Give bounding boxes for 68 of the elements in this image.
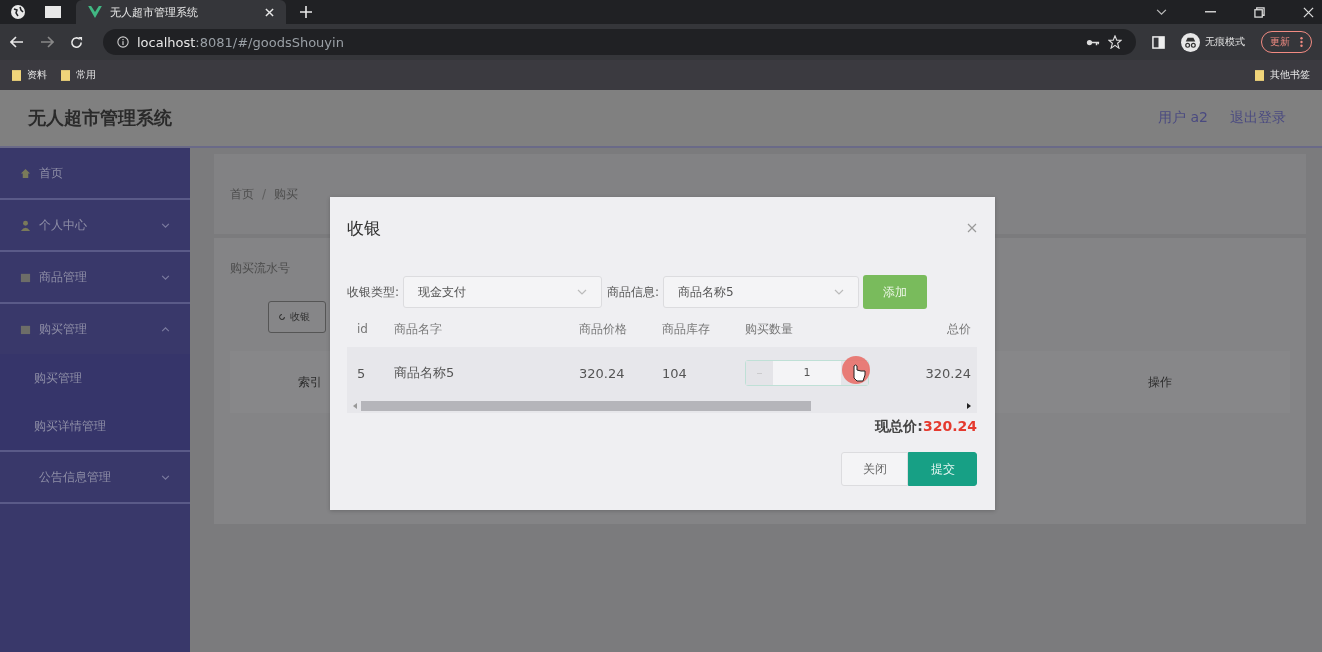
- scroll-right-icon: [967, 403, 971, 409]
- incognito-icon: [1181, 32, 1200, 52]
- new-tab-icon[interactable]: [300, 6, 312, 18]
- vue-logo-icon: [88, 6, 102, 18]
- table-cell-text: 商品名称5: [394, 364, 456, 382]
- browser-tab[interactable]: 无人超市管理系统: [76, 0, 286, 24]
- minimize-icon[interactable]: [1205, 11, 1216, 13]
- column-header: 商品库存: [662, 320, 711, 338]
- column-header: 商品价格: [579, 320, 628, 338]
- key-icon[interactable]: [1086, 37, 1100, 47]
- select-field[interactable]: 商品名称5: [663, 276, 860, 308]
- column-header: id: [357, 322, 369, 336]
- globe-icon[interactable]: [10, 4, 26, 20]
- bookmark[interactable]: 常用: [61, 68, 96, 82]
- column-header: 索引: [298, 373, 322, 391]
- close-button[interactable]: 关闭: [841, 452, 908, 486]
- dialog-title: 收银: [347, 216, 381, 240]
- chevron-icon: [161, 222, 170, 228]
- chevron-icon: [161, 326, 170, 332]
- chevron-icon: [161, 274, 170, 280]
- select-field[interactable]: 现金支付: [403, 276, 603, 308]
- column-header: 操作: [1148, 373, 1172, 391]
- star-icon[interactable]: [1108, 35, 1122, 49]
- table-cell-text: 104: [662, 365, 688, 381]
- box-icon: [20, 323, 31, 335]
- folder-icon: [61, 69, 70, 81]
- user-icon: [20, 219, 31, 231]
- table-cell-text: 320.24: [924, 365, 972, 381]
- bookmark[interactable]: 其他书签: [1255, 68, 1310, 82]
- home-icon: [20, 167, 31, 179]
- forward-icon[interactable]: [40, 36, 54, 48]
- field-label: 商品信息:: [607, 283, 660, 301]
- sidebar-item[interactable]: 个人中心: [0, 200, 190, 250]
- folder-icon: [12, 69, 21, 81]
- column-header: 商品名字: [394, 320, 443, 338]
- box-icon: [20, 271, 31, 283]
- cashier-button[interactable]: 收银: [268, 301, 326, 333]
- restore-icon[interactable]: [1254, 6, 1265, 18]
- total-price: 现总价:320.24: [875, 418, 977, 436]
- table-cell-text: 320.24: [579, 365, 626, 381]
- reload-icon[interactable]: [70, 35, 83, 49]
- incognito-badge[interactable]: 无痕模式: [1181, 32, 1245, 52]
- sidebar-item[interactable]: 公告信息管理: [0, 452, 190, 502]
- info-icon: [117, 36, 129, 48]
- update-button[interactable]: 更新: [1261, 31, 1312, 53]
- app-title: 无人超市管理系统: [28, 106, 172, 130]
- bookmark[interactable]: 资料: [12, 68, 47, 82]
- sidebar-item[interactable]: 购买管理: [0, 304, 190, 354]
- column-header: 购买数量: [745, 320, 794, 338]
- address-field[interactable]: localhost:8081/#/goodsShouyin: [103, 29, 1136, 55]
- more-icon: [1300, 36, 1303, 48]
- refresh-icon: [278, 313, 286, 321]
- add-button[interactable]: 添加: [863, 275, 928, 309]
- chevron-icon: [161, 474, 170, 480]
- table-cell-text: 5: [357, 365, 367, 381]
- field-label: 收银类型:: [347, 283, 400, 301]
- chevron-down-icon: [577, 289, 588, 295]
- tab-strip-icon[interactable]: [44, 5, 62, 19]
- sidebar-item[interactable]: 首页: [0, 148, 190, 198]
- folder-icon: [1255, 69, 1264, 81]
- sidebar-item[interactable]: 商品管理: [0, 252, 190, 302]
- chevron-down-icon[interactable]: [1156, 8, 1167, 16]
- back-icon[interactable]: [10, 36, 24, 48]
- column-header: 总价: [946, 320, 972, 338]
- chevron-down-icon: [834, 289, 845, 295]
- side-panel-icon[interactable]: [1152, 35, 1165, 49]
- scroll-left-icon: [353, 403, 357, 409]
- submit-button[interactable]: 提交: [908, 452, 977, 486]
